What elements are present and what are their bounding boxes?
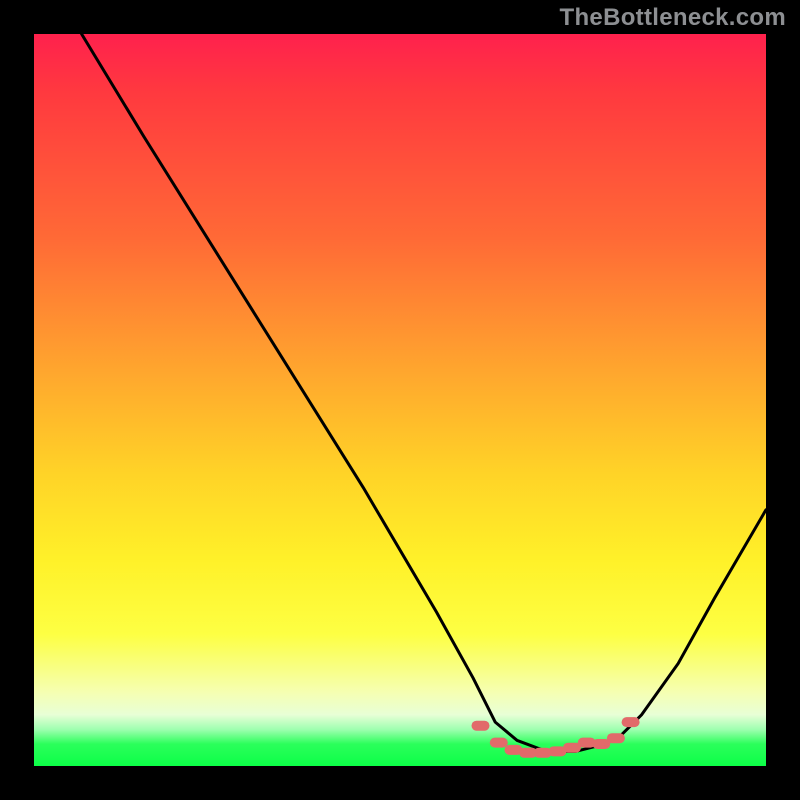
bottleneck-curve: [82, 34, 766, 751]
plot-area: [34, 34, 766, 766]
highlight-marker: [622, 717, 640, 727]
highlight-marker: [472, 721, 490, 731]
highlight-marker: [490, 738, 508, 748]
highlight-marker: [607, 733, 625, 743]
chart-frame: TheBottleneck.com: [0, 0, 800, 800]
attribution-watermark: TheBottleneck.com: [560, 4, 786, 32]
curve-svg: [34, 34, 766, 766]
